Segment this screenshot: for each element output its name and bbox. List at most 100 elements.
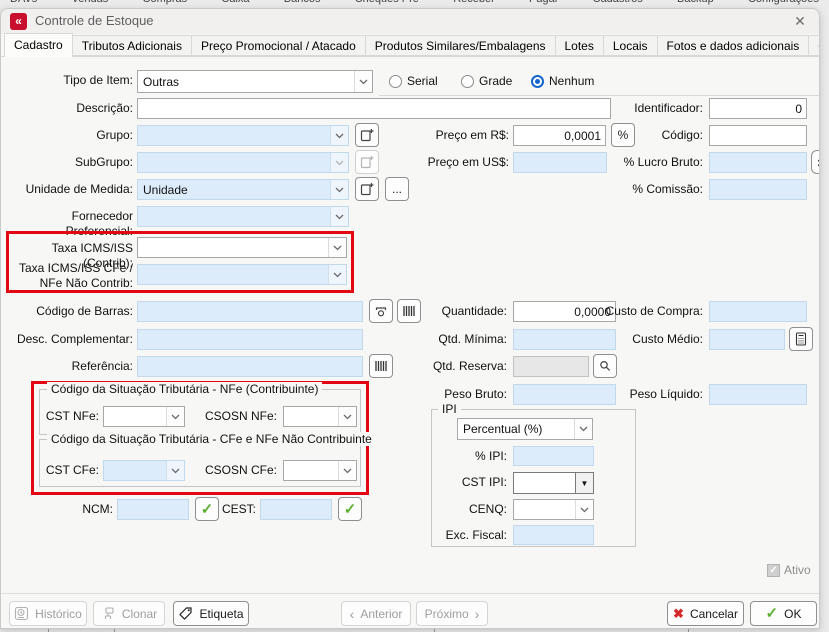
cst-cfe-combo[interactable] [103,460,185,481]
clone-icon [101,606,116,621]
ipi-exc-input[interactable] [513,525,594,545]
chevron-down-icon [328,238,346,257]
identificador-label: Identificador: [573,101,703,116]
cst-nfe-label: CST NFe: [43,409,99,424]
chevron-down-icon [330,207,348,226]
cst-nfe-combo[interactable] [103,406,185,427]
add-subgrupo-button[interactable] [355,150,379,174]
anterior-label: Anterior [360,607,402,621]
more-button[interactable]: : [811,150,820,174]
unidade-medida-combo[interactable]: Unidade [137,179,349,200]
radio-grade[interactable]: Grade [461,74,512,88]
ipi-tipo-combo[interactable]: Percentual (%) [457,418,593,440]
cest-validate-button[interactable]: ✓ [338,497,362,521]
tipo-de-item-value: Outras [143,75,179,89]
menu-item[interactable]: Cadastros [593,0,643,6]
clonar-button[interactable]: Clonar [93,601,165,626]
title-bar[interactable]: « Controle de Estoque ✕ [1,9,819,35]
historico-button[interactable]: Histórico [9,601,87,626]
menu-item[interactable]: Receber [453,0,495,6]
taxa-contrib-combo[interactable] [137,237,347,258]
menu-item[interactable]: Cheques Pré [355,0,419,6]
tab-preco-promocional[interactable]: Preço Promocional / Atacado [192,35,366,56]
ncm-validate-button[interactable]: ✓ [195,497,219,521]
identificador-input[interactable] [709,98,807,119]
search-button[interactable] [593,354,617,378]
cancelar-button[interactable]: ✖ Cancelar [667,601,744,626]
custo-medio-input[interactable] [709,329,785,350]
ncm-input[interactable] [117,499,189,520]
ok-button[interactable]: ✓ OK [750,601,817,626]
tab-produtos-similares[interactable]: Produtos Similares/Embalagens [366,35,556,56]
tab-fotos[interactable]: Fotos e dados adicionais [658,35,810,56]
comissao-input[interactable] [709,179,807,200]
ipi-pct-input[interactable] [513,446,594,466]
menu-item[interactable]: Compras [143,0,188,6]
codigo-barras-label: Código de Barras: [3,304,133,319]
referencia-input[interactable] [137,356,363,377]
menu-item[interactable]: Bancos [284,0,321,6]
ipi-cenq-label: CENQ: [435,502,507,517]
desc-complementar-input[interactable] [137,329,363,350]
subgrupo-combo[interactable] [137,152,349,173]
app-icon: « [10,13,27,30]
cancel-x-icon: ✖ [673,606,684,622]
csosn-cfe-combo[interactable] [283,460,357,481]
tipo-de-item-combo[interactable]: Outras [137,70,373,93]
codigo-barras-input[interactable] [137,301,363,322]
radio-circle-icon [461,75,474,88]
csosn-nfe-label: CSOSN NFe: [201,409,277,424]
tab-tributos-adicionais[interactable]: Tributos Adicionais [73,35,192,56]
radio-nenhum[interactable]: Nenhum [531,74,594,88]
chevron-down-icon [338,407,356,426]
custo-medio-label: Custo Médio: [575,332,703,347]
ellipsis-button[interactable]: ... [385,177,409,201]
tipo-de-item-label: Tipo de Item: [3,73,133,88]
cst-cfe-group-legend: Código da Situação Tributária - CFe e NF… [47,432,376,446]
desc-complementar-label: Desc. Complementar: [3,332,133,347]
radio-circle-icon [389,75,402,88]
proximo-button[interactable]: Próximo › [416,601,488,626]
descricao-input[interactable] [137,98,611,119]
subgrupo-label: SubGrupo: [3,155,133,170]
close-icon[interactable]: ✕ [791,12,809,30]
cest-input[interactable] [260,499,332,520]
tab-cadastro[interactable]: Cadastro [4,33,73,57]
custo-compra-input[interactable] [709,301,807,322]
codigo-input[interactable] [709,125,807,146]
taxa-nao-contrib-combo[interactable] [137,264,347,285]
ipi-cst-combo[interactable]: ▼ [513,472,594,494]
csosn-nfe-combo[interactable] [283,406,357,427]
screen: DAVs Vendas Compras Caixa Bancos Cheques… [0,0,829,632]
search-icon [598,359,612,373]
etiqueta-button[interactable]: Etiqueta [173,601,249,626]
add-grupo-button[interactable] [355,123,379,147]
anterior-button[interactable]: ‹ Anterior [341,601,411,626]
menu-item[interactable]: Pagar [529,0,558,6]
grupo-combo[interactable] [137,125,349,146]
add-unidade-button[interactable] [355,177,379,201]
referencia-label: Referência: [3,359,133,374]
ipi-cenq-combo[interactable] [513,499,594,520]
menu-item[interactable]: Backup [677,0,714,6]
qtd-reserva-label: Qtd. Reserva: [381,359,507,374]
lucro-bruto-label: % Lucro Bruto: [575,155,703,170]
ncm-label: NCM: [41,502,113,517]
lucro-bruto-input[interactable] [709,152,807,173]
tab-lotes[interactable]: Lotes [556,35,604,56]
menu-item[interactable]: Caixa [221,0,249,6]
ativo-checkbox[interactable]: ✓ [767,564,780,577]
ativo-label: Ativo [784,563,811,577]
menu-item[interactable]: DAVs [10,0,37,6]
calculator-button[interactable] [789,327,813,351]
chevron-down-icon [574,419,592,439]
menu-item[interactable]: Configurações [748,0,819,6]
chevron-down-icon [328,265,346,284]
fornecedor-combo[interactable] [137,206,349,227]
radio-serial[interactable]: Serial [389,74,438,88]
tab-locais[interactable]: Locais [604,35,658,56]
chevron-down-icon [354,71,372,92]
peso-liquido-input[interactable] [709,384,807,405]
menu-item[interactable]: Vendas [72,0,109,6]
tab-controles-especificos[interactable]: Controles específicos [809,35,820,56]
